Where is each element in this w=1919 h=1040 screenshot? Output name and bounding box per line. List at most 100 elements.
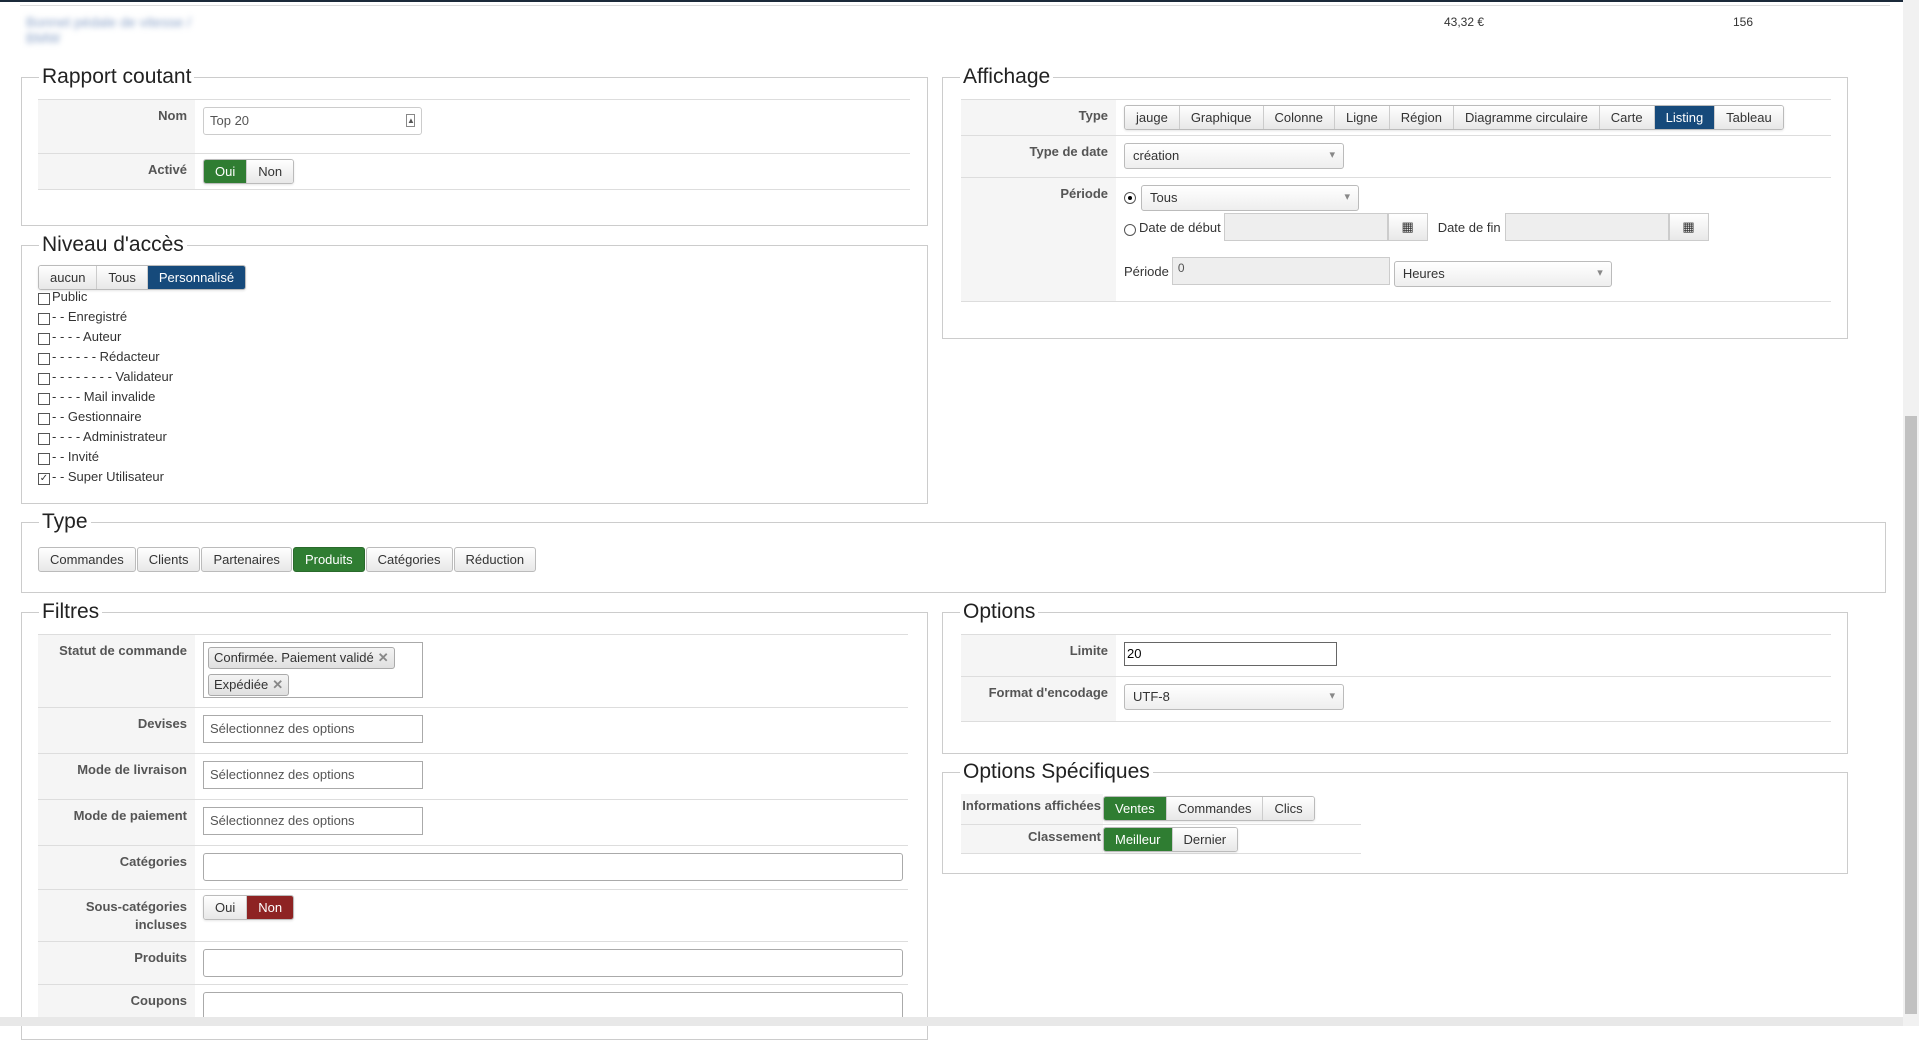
price-value: 43,32 € bbox=[1444, 15, 1485, 29]
categories-row: Catégories bbox=[38, 845, 908, 889]
info-label: Informations affichées bbox=[961, 794, 1103, 824]
chart-type-label: Type bbox=[961, 100, 1116, 135]
devises-label: Devises bbox=[38, 708, 195, 753]
filtres-legend: Filtres bbox=[42, 600, 100, 623]
produits-label: Produits bbox=[38, 942, 195, 984]
devises-select[interactable]: Sélectionnez des options bbox=[203, 715, 423, 743]
debut-label: Date de début bbox=[1139, 219, 1221, 235]
paiement-select[interactable]: Sélectionnez des options bbox=[203, 807, 423, 835]
rapport-legend: Rapport coutant bbox=[42, 65, 192, 88]
nom-input[interactable]: Top 20 ▲ bbox=[203, 107, 422, 135]
statut-tag[interactable]: Expédiée ✕ bbox=[208, 674, 290, 696]
format-select[interactable]: UTF-8 bbox=[1124, 684, 1344, 710]
type-carte-button[interactable]: Carte bbox=[1599, 106, 1655, 129]
group-checkbox[interactable]: - - Gestionnaire bbox=[38, 406, 173, 426]
horizontal-scrollbar[interactable] bbox=[0, 1017, 1903, 1026]
remove-icon: ✕ bbox=[377, 650, 389, 665]
classement-row: Classement Meilleur Dernier bbox=[961, 824, 1361, 854]
type-partenaires-button[interactable]: Partenaires bbox=[201, 547, 292, 572]
periode-radio-selected[interactable] bbox=[1124, 192, 1136, 204]
classement-label: Classement bbox=[961, 825, 1103, 853]
unit-select[interactable]: Heures bbox=[1393, 261, 1612, 287]
daterange-radio[interactable] bbox=[1124, 224, 1136, 236]
info-clics-button[interactable]: Clics bbox=[1263, 797, 1314, 820]
group-checkbox[interactable]: - - Enregistré bbox=[38, 306, 173, 326]
type-ligne-button[interactable]: Ligne bbox=[1334, 106, 1390, 129]
paiement-row: Mode de paiement Sélectionnez des option… bbox=[38, 799, 908, 845]
type-legend: Type bbox=[42, 510, 88, 533]
affichage-legend: Affichage bbox=[963, 65, 1051, 88]
type-diagramme-button[interactable]: Diagramme circulaire bbox=[1453, 106, 1600, 129]
fin-input[interactable] bbox=[1504, 213, 1669, 241]
specifiques-legend: Options Spécifiques bbox=[963, 760, 1150, 783]
remove-icon: ✕ bbox=[272, 677, 284, 692]
scrollbar-thumb[interactable] bbox=[1905, 416, 1917, 1014]
statut-row: Statut de commande Confirmée. Paiement v… bbox=[38, 634, 908, 707]
limite-row: Limite 20 bbox=[961, 634, 1831, 676]
group-checkbox[interactable]: - - Invité bbox=[38, 446, 173, 466]
souscat-oui-button[interactable]: Oui bbox=[204, 896, 248, 919]
statut-multiselect[interactable]: Confirmée. Paiement validé ✕ Expédiée ✕ bbox=[203, 642, 423, 698]
group-checkbox[interactable]: - - - - Mail invalide bbox=[38, 386, 173, 406]
group-checkbox-checked[interactable]: ✓ - - Super Utilisateur bbox=[38, 466, 173, 486]
group-checklist: Public - - Enregistré - - - - Auteur - -… bbox=[38, 286, 173, 486]
type-produits-button[interactable]: Produits bbox=[292, 547, 365, 572]
info-row: Informations affichées Ventes Commandes Cl… bbox=[961, 794, 1361, 824]
coupons-input[interactable] bbox=[203, 992, 903, 1020]
livraison-select[interactable]: Sélectionnez des options bbox=[203, 761, 423, 789]
top-border bbox=[0, 0, 1903, 2]
livraison-label: Mode de livraison bbox=[38, 754, 195, 799]
type-colonne-button[interactable]: Colonne bbox=[1263, 106, 1335, 129]
produits-input[interactable] bbox=[203, 949, 903, 977]
group-checkbox[interactable]: Public bbox=[38, 286, 173, 306]
info-ventes-button[interactable]: Ventes bbox=[1104, 797, 1167, 820]
report-type-group: Commandes Clients Partenaires Produits Catég… bbox=[38, 547, 537, 572]
type-commandes-button[interactable]: Commandes bbox=[38, 547, 136, 572]
classement-meilleur-button[interactable]: Meilleur bbox=[1104, 828, 1173, 851]
count-value: 156 bbox=[1733, 15, 1754, 29]
souscat-non-button[interactable]: Non bbox=[247, 896, 294, 919]
fin-label: Date de fin bbox=[1437, 219, 1501, 235]
type-graphique-button[interactable]: Graphique bbox=[1179, 106, 1264, 129]
group-checkbox[interactable]: - - - - - - - - Validateur bbox=[38, 366, 173, 386]
scrollbar[interactable] bbox=[1903, 0, 1919, 1026]
calendar-icon[interactable]: ▦ bbox=[1387, 213, 1428, 241]
niveau-legend: Niveau d'accès bbox=[42, 233, 184, 256]
categories-input[interactable] bbox=[203, 853, 903, 881]
active-oui-button[interactable]: Oui bbox=[204, 160, 248, 183]
calendar-icon[interactable]: ▦ bbox=[1668, 213, 1709, 241]
type-reduction-button[interactable]: Réduction bbox=[453, 547, 537, 572]
type-tableau-button[interactable]: Tableau bbox=[1715, 106, 1783, 129]
classement-dernier-button[interactable]: Dernier bbox=[1172, 828, 1238, 851]
format-label: Format d'encodage bbox=[961, 677, 1116, 721]
categories-label: Catégories bbox=[38, 846, 195, 889]
periode-row: Période Tous Date de début▦Date de fin▦ … bbox=[961, 177, 1831, 302]
devises-row: Devises Sélectionnez des options bbox=[38, 707, 908, 753]
group-checkbox[interactable]: - - - - Auteur bbox=[38, 326, 173, 346]
active-non-button[interactable]: Non bbox=[247, 160, 294, 183]
debut-input[interactable] bbox=[1223, 213, 1388, 241]
blurred-product-name: Bonnet pédale de vitesse / BMW bbox=[26, 14, 192, 46]
datetype-select[interactable]: création bbox=[1124, 143, 1344, 169]
type-clients-button[interactable]: Clients bbox=[136, 547, 201, 572]
periode-label: Période bbox=[961, 178, 1116, 301]
type-categories-button[interactable]: Catégories bbox=[365, 547, 453, 572]
nom-value: Top 20 bbox=[210, 113, 250, 128]
divider bbox=[20, 5, 1890, 6]
limite-input[interactable]: 20 bbox=[1124, 642, 1337, 666]
field-icon: ▲ bbox=[406, 114, 415, 127]
type-jauge-button[interactable]: jauge bbox=[1125, 106, 1180, 129]
periode-select[interactable]: Tous bbox=[1141, 185, 1359, 211]
statut-label: Statut de commande bbox=[38, 635, 195, 707]
type-listing-button[interactable]: Listing bbox=[1654, 106, 1716, 129]
statut-tag[interactable]: Confirmée. Paiement validé ✕ bbox=[208, 647, 395, 669]
souscat-label: Sous-catégories incluses bbox=[38, 890, 195, 941]
group-checkbox[interactable]: - - - - - - Rédacteur bbox=[38, 346, 173, 366]
periode2-input[interactable]: 0 bbox=[1171, 257, 1390, 285]
check-icon: ✓ bbox=[38, 473, 50, 485]
produits-row: Produits bbox=[38, 941, 908, 984]
souscat-row: Sous-catégories incluses Oui Non bbox=[38, 889, 908, 941]
type-region-button[interactable]: Région bbox=[1389, 106, 1454, 129]
info-commandes-button[interactable]: Commandes bbox=[1166, 797, 1264, 820]
group-checkbox[interactable]: - - - - Administrateur bbox=[38, 426, 173, 446]
